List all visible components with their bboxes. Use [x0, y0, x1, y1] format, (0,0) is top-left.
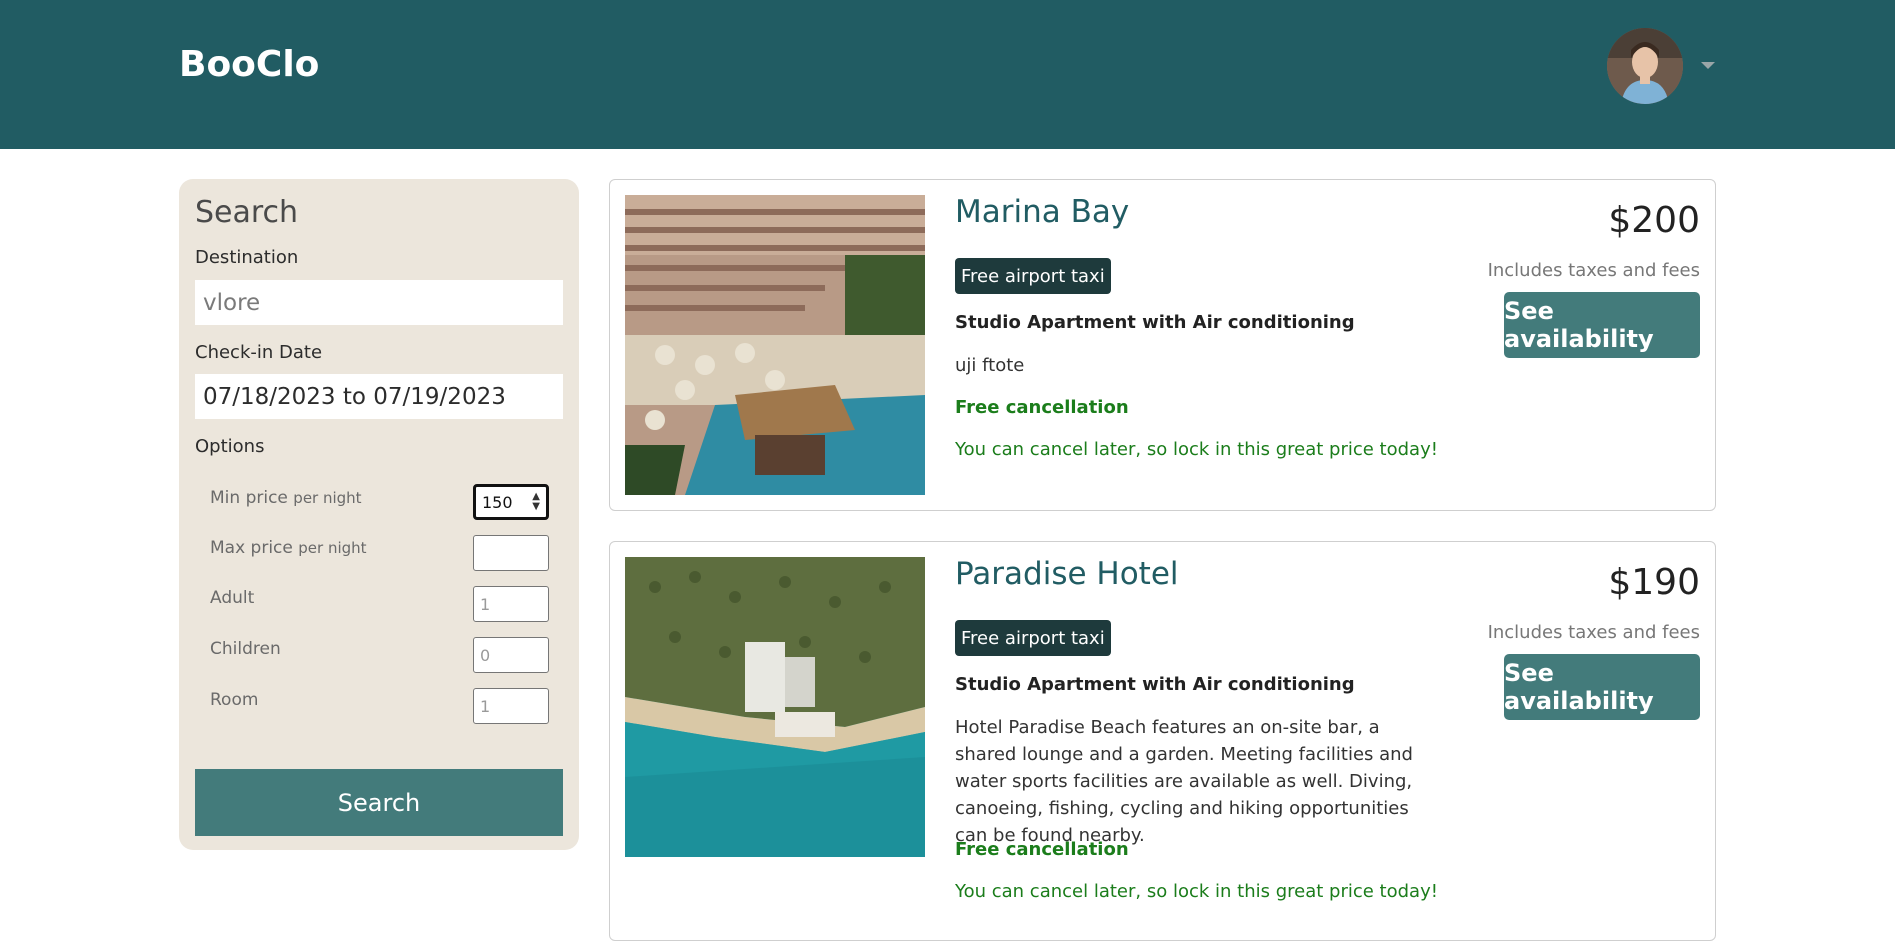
room-type: Studio Apartment with Air conditioning — [955, 674, 1355, 695]
brand-logo[interactable]: BooClo — [179, 44, 319, 85]
cancel-note: You can cancel later, so lock in this gr… — [955, 439, 1438, 460]
hotel-card: Marina Bay Free airport taxi Studio Apar… — [609, 179, 1716, 511]
max-price-suffix: per night — [298, 539, 367, 557]
adult-input[interactable]: 1 — [473, 586, 549, 622]
min-price-suffix: per night — [293, 489, 362, 507]
price: $190 — [1608, 562, 1700, 603]
children-placeholder: 0 — [480, 645, 491, 665]
children-input[interactable]: 0 — [473, 637, 549, 673]
options-label: Options — [195, 436, 265, 457]
taxes-note: Includes taxes and fees — [1487, 260, 1700, 281]
room-type: Studio Apartment with Air conditioning — [955, 312, 1355, 333]
checkin-date-input[interactable]: 07/18/2023 to 07/19/2023 — [195, 374, 563, 419]
hotel-card: Paradise Hotel Free airport taxi Studio … — [609, 541, 1716, 941]
see-availability-button[interactable]: See availability — [1504, 654, 1700, 720]
hotel-photo-marina-bay — [625, 195, 925, 495]
max-price-input[interactable] — [473, 535, 549, 571]
top-header: BooClo — [0, 0, 1895, 149]
user-avatar[interactable] — [1607, 28, 1683, 104]
destination-value: vlore — [203, 289, 261, 316]
search-button[interactable]: Search — [195, 769, 563, 836]
children-label: Children — [210, 639, 281, 659]
min-price-label-text: Min price — [210, 488, 288, 508]
search-title: Search — [195, 195, 299, 230]
max-price-label-text: Max price — [210, 538, 293, 558]
checkin-label: Check-in Date — [195, 342, 323, 363]
taxes-note: Includes taxes and fees — [1487, 622, 1700, 643]
destination-label: Destination — [195, 247, 299, 268]
free-cancellation: Free cancellation — [955, 397, 1129, 418]
hotel-name[interactable]: Paradise Hotel — [955, 556, 1179, 592]
max-price-label: Max price per night — [210, 538, 367, 558]
hotel-image[interactable] — [625, 195, 925, 495]
adult-placeholder: 1 — [480, 594, 491, 614]
price: $200 — [1608, 200, 1700, 241]
min-price-spinner-icon[interactable]: ▲ ▼ — [532, 492, 540, 512]
search-panel: Search Destination vlore Check-in Date 0… — [179, 179, 579, 850]
min-price-input[interactable]: 150 ▲ ▼ — [473, 484, 549, 520]
room-label: Room — [210, 690, 259, 710]
hotel-description: Hotel Paradise Beach features an on-site… — [955, 717, 1413, 846]
adult-label: Adult — [210, 588, 255, 608]
amenity-badge: Free airport taxi — [955, 258, 1111, 294]
min-price-label: Min price per night — [210, 488, 362, 508]
hotel-name[interactable]: Marina Bay — [955, 194, 1129, 230]
hotel-image[interactable] — [625, 557, 925, 857]
cancel-note: You can cancel later, so lock in this gr… — [955, 881, 1438, 902]
room-placeholder: 1 — [480, 696, 491, 716]
see-availability-button[interactable]: See availability — [1504, 292, 1700, 358]
free-cancellation: Free cancellation — [955, 839, 1129, 860]
amenity-badge: Free airport taxi — [955, 620, 1111, 656]
min-price-value: 150 — [482, 492, 513, 512]
avatar-image — [1607, 28, 1683, 104]
destination-input[interactable]: vlore — [195, 280, 563, 325]
hotel-description: uji ftote — [955, 355, 1025, 376]
user-menu-caret-icon[interactable] — [1701, 62, 1715, 69]
checkin-value: 07/18/2023 to 07/19/2023 — [203, 383, 506, 410]
hotel-photo-paradise — [625, 557, 925, 857]
room-input[interactable]: 1 — [473, 688, 549, 724]
